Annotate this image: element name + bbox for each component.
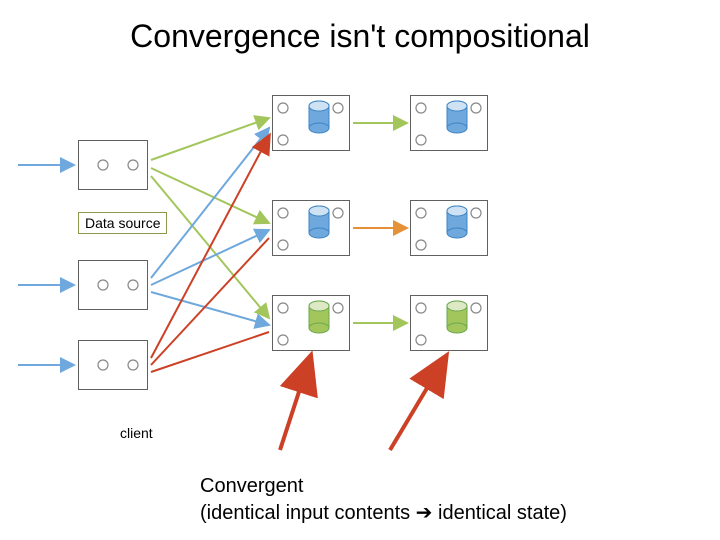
client-label: client	[120, 425, 153, 441]
node-left-2	[78, 260, 148, 310]
data-source-label: Data source	[78, 212, 167, 234]
slide-title: Convergence isn't compositional	[0, 18, 720, 55]
cylinder-icon	[446, 205, 468, 241]
node-left-1	[78, 140, 148, 190]
caption-line-1: Convergent	[200, 475, 303, 498]
cylinder-icon	[446, 100, 468, 136]
cylinder-icon	[308, 205, 330, 241]
node-left-3	[78, 340, 148, 390]
cylinder-icon	[308, 100, 330, 136]
cylinder-icon	[308, 300, 330, 336]
cylinder-icon	[446, 300, 468, 336]
caption-line-2: (identical input contents ➔ identical st…	[200, 500, 567, 525]
